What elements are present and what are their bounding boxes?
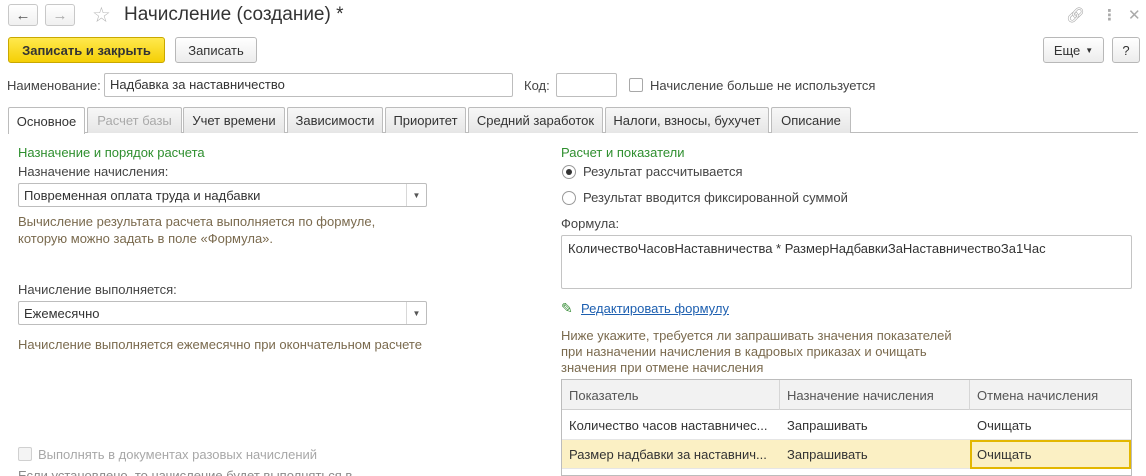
one-time-label: Выполнять в документах разовых начислени… bbox=[38, 447, 318, 462]
name-label: Наименование: bbox=[7, 78, 101, 93]
indicator-cell[interactable]: Размер надбавки за наставнич... bbox=[562, 440, 780, 469]
back-button[interactable]: ← bbox=[8, 4, 38, 26]
more-button[interactable]: Еще ▼ bbox=[1043, 37, 1104, 63]
indicator-cell[interactable]: Количество часов наставничес... bbox=[562, 411, 780, 440]
tab-taxes[interactable]: Налоги, взносы, бухучет bbox=[605, 107, 769, 133]
save-and-close-button[interactable]: Записать и закрыть bbox=[8, 37, 165, 63]
purpose-note-line-2: которую можно задать в поле «Формула». bbox=[18, 231, 274, 246]
arrow-left-icon: ← bbox=[15, 6, 31, 24]
radio-result-fixed[interactable] bbox=[562, 191, 576, 205]
unused-checkbox[interactable] bbox=[629, 78, 643, 92]
tab-main[interactable]: Основное bbox=[8, 107, 85, 134]
tab-base-calculation[interactable]: Расчет базы bbox=[87, 107, 182, 133]
tab-priority[interactable]: Приоритет bbox=[385, 107, 466, 133]
radio-fixed-label: Результат вводится фиксированной суммой bbox=[583, 190, 848, 205]
formula-label: Формула: bbox=[561, 216, 620, 231]
chevron-down-icon: ▼ bbox=[1085, 45, 1094, 55]
performed-select[interactable]: Ежемесячно ▼ bbox=[18, 301, 427, 325]
purpose-select[interactable]: Повременная оплата труда и надбавки ▼ bbox=[18, 183, 427, 207]
hint-line-1: Ниже укажите, требуется ли запрашивать з… bbox=[561, 328, 952, 343]
more-button-label: Еще bbox=[1053, 42, 1081, 58]
code-label: Код: bbox=[524, 78, 550, 93]
save-button[interactable]: Записать bbox=[175, 37, 257, 63]
dropdown-arrow-icon[interactable]: ▼ bbox=[406, 302, 426, 324]
code-field[interactable] bbox=[556, 73, 617, 97]
formula-field[interactable]: КоличествоЧасовНаставничества * РазмерНа… bbox=[561, 235, 1132, 289]
forward-button[interactable]: → bbox=[45, 4, 75, 26]
dropdown-arrow-icon[interactable]: ▼ bbox=[406, 184, 426, 206]
hint-line-3: значения при отмене начисления bbox=[561, 360, 764, 375]
one-time-checkbox[interactable] bbox=[18, 447, 32, 461]
unused-label: Начисление больше не используется bbox=[650, 78, 876, 93]
purpose-note-line-1: Вычисление результата расчета выполняетс… bbox=[18, 214, 376, 229]
column-header-indicator[interactable]: Показатель bbox=[562, 380, 780, 410]
edit-formula-link[interactable]: Редактировать формулу bbox=[581, 301, 729, 316]
one-time-note: Если установлено, то начисление будет вы… bbox=[18, 468, 353, 476]
assignment-cell[interactable]: Запрашивать bbox=[780, 411, 970, 440]
radio-result-calculated[interactable] bbox=[562, 165, 576, 179]
link-icon[interactable]: 🔗︎ bbox=[1066, 6, 1085, 24]
table-header: Показатель Назначение начисления Отмена … bbox=[562, 380, 1131, 410]
favorite-star-icon[interactable]: ☆ bbox=[92, 3, 111, 28]
pencil-icon: ✎ bbox=[561, 300, 573, 316]
column-header-assignment[interactable]: Назначение начисления bbox=[780, 380, 970, 410]
tab-dependencies[interactable]: Зависимости bbox=[287, 107, 383, 133]
table-row[interactable]: Количество часов наставничес... Запрашив… bbox=[562, 411, 1131, 440]
performed-note: Начисление выполняется ежемесячно при ок… bbox=[18, 337, 422, 352]
close-icon[interactable]: ✕ bbox=[1128, 6, 1141, 24]
left-section-title: Назначение и порядок расчета bbox=[18, 145, 205, 160]
cancellation-cell[interactable]: Очищать bbox=[970, 440, 1131, 469]
tab-time-tracking[interactable]: Учет времени bbox=[183, 107, 285, 133]
purpose-label: Назначение начисления: bbox=[18, 164, 169, 179]
name-field[interactable]: Надбавка за наставничество bbox=[104, 73, 513, 97]
more-vertical-icon[interactable]: ⋮ bbox=[1102, 6, 1117, 24]
indicators-table: Показатель Назначение начисления Отмена … bbox=[561, 379, 1132, 476]
purpose-value: Повременная оплата труда и надбавки bbox=[24, 188, 261, 203]
right-section-title: Расчет и показатели bbox=[561, 145, 685, 160]
tab-description[interactable]: Описание bbox=[771, 107, 851, 133]
performed-label: Начисление выполняется: bbox=[18, 282, 177, 297]
cancellation-cell[interactable]: Очищать bbox=[970, 411, 1131, 440]
radio-calculated-label: Результат рассчитывается bbox=[583, 164, 743, 179]
tab-average-earnings[interactable]: Средний заработок bbox=[468, 107, 603, 133]
arrow-right-icon: → bbox=[52, 6, 68, 24]
table-row[interactable]: Размер надбавки за наставнич... Запрашив… bbox=[562, 440, 1131, 469]
window-title: Начисление (создание) * bbox=[124, 4, 344, 25]
column-header-cancellation[interactable]: Отмена начисления bbox=[970, 380, 1131, 410]
assignment-cell[interactable]: Запрашивать bbox=[780, 440, 970, 469]
help-button[interactable]: ? bbox=[1112, 37, 1140, 63]
performed-value: Ежемесячно bbox=[24, 306, 100, 321]
hint-line-2: при назначении начисления в кадровых при… bbox=[561, 344, 927, 359]
